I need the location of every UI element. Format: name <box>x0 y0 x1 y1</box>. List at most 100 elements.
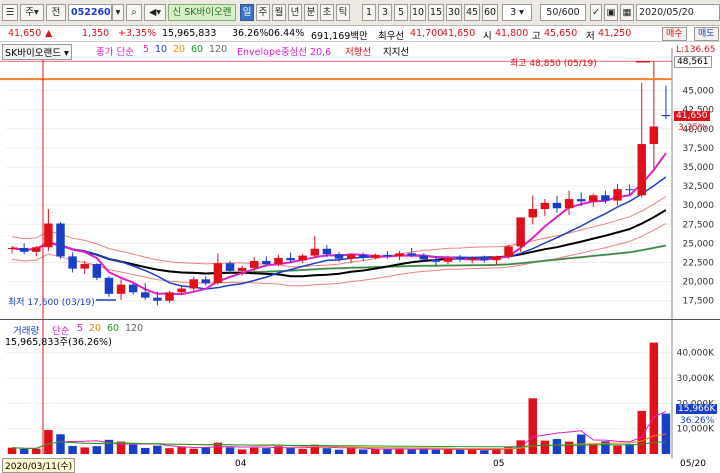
low-annotation: 최저 17,600 (03/19) <box>8 298 95 308</box>
candle-body <box>177 288 186 293</box>
price-pane-divider[interactable] <box>0 319 720 320</box>
sell-button[interactable]: 매도 <box>694 27 719 41</box>
tab-second[interactable]: 초 <box>320 4 334 21</box>
ma-legend-label: 종가 단순 <box>96 47 134 58</box>
price-tick-label: 37,500 <box>683 144 715 154</box>
volume-bar <box>589 444 598 454</box>
volume-bar <box>56 434 65 454</box>
volume-bar <box>177 447 186 454</box>
volume-bar <box>128 444 138 454</box>
ma120-line <box>11 241 667 275</box>
volume-bar <box>44 429 53 454</box>
tab-minute[interactable]: 분 <box>304 4 318 21</box>
check-icon[interactable]: ✓ <box>590 4 602 21</box>
candle-body <box>528 209 537 218</box>
volume-bar <box>286 447 295 454</box>
high-price: 45,650 <box>544 28 578 39</box>
vol-ma5: 5 <box>77 323 84 334</box>
volume-bar <box>153 445 162 454</box>
interval-15[interactable]: 15 <box>428 4 444 21</box>
search-icon[interactable]: ⌕ <box>126 4 142 21</box>
interval-45[interactable]: 45 <box>464 4 480 21</box>
stock-code-input[interactable]: 052260 <box>68 4 112 21</box>
ma60-legend: 60 <box>191 44 204 55</box>
low-price: 41,250 <box>598 28 632 39</box>
volume-bar <box>601 441 610 454</box>
tab-week[interactable]: 주 <box>256 4 270 21</box>
image-icon[interactable]: ▣ <box>604 4 618 21</box>
volume-bar <box>576 434 586 454</box>
candle-body <box>371 254 380 258</box>
market-type-dropdown[interactable]: 전 <box>46 4 66 21</box>
volume-pct-tag: 36.26% <box>680 416 715 426</box>
candle-body <box>322 248 332 255</box>
tab-month[interactable]: 월 <box>272 4 286 21</box>
ma20-line <box>11 209 667 278</box>
price-change: 1,350 <box>82 28 110 39</box>
period-dropdown[interactable]: 주▾ <box>20 4 44 21</box>
stock-legend-name[interactable]: SK바이오랜드 ▾ <box>2 44 72 60</box>
candle-body <box>68 256 77 269</box>
open-label: 시 <box>483 31 492 42</box>
tab-day[interactable]: 일 <box>240 4 254 21</box>
interval-select[interactable]: 3 ▾ <box>502 4 532 21</box>
open-price: 41,800 <box>495 28 529 39</box>
tab-year[interactable]: 년 <box>288 4 302 21</box>
candle-body <box>540 202 550 210</box>
volume-tick-label: 40,000K <box>677 349 715 359</box>
volume-bar <box>443 449 453 454</box>
menu-icon[interactable]: ☰ <box>2 4 18 21</box>
best-bid-label: 최우선 <box>378 31 405 42</box>
volume-bar <box>419 448 429 454</box>
volume-bar <box>358 449 368 454</box>
candle-body <box>165 292 174 301</box>
candle-body <box>431 259 441 262</box>
right-top-label: L:136.65 <box>676 45 716 55</box>
interval-10[interactable]: 10 <box>410 4 426 21</box>
volume-bar <box>310 444 320 454</box>
ma60-line <box>12 242 666 275</box>
vol-ma20: 20 <box>89 323 102 334</box>
stock-chart[interactable]: 17,500 20,000 22,500 25,000 27,500 30,000 32,5… <box>0 0 720 472</box>
stock-name-field[interactable]: 신 SK바이오랜 <box>168 4 236 21</box>
price-tick-label: 45,000 <box>683 87 715 97</box>
candle-body <box>552 202 562 209</box>
date-input[interactable]: 2020/05/20 <box>636 4 720 21</box>
envelope-upper-line <box>12 196 667 268</box>
price-tick-label: 25,000 <box>683 239 715 249</box>
code-dropdown-icon[interactable]: ▾ <box>112 4 124 21</box>
volume-bar <box>68 445 77 454</box>
interval-1[interactable]: 1 <box>362 4 376 21</box>
candle-body <box>213 263 223 284</box>
calendar-icon[interactable]: ▦ <box>620 4 634 21</box>
turnover: 06.44% <box>268 28 305 39</box>
speaker-icon[interactable]: ◀▾ <box>144 4 166 21</box>
interval-60[interactable]: 60 <box>482 4 498 21</box>
tab-tick[interactable]: 틱 <box>336 4 350 21</box>
candle-body <box>201 279 211 284</box>
interval-30[interactable]: 30 <box>446 4 462 21</box>
volume-ratio: 36.26% <box>232 28 269 39</box>
volume-bar <box>625 444 634 454</box>
interval-3[interactable]: 3 <box>378 4 392 21</box>
candle-body <box>189 279 198 289</box>
candle-body <box>589 195 598 202</box>
candle-body <box>298 255 307 261</box>
candle-body <box>225 263 235 271</box>
candle-body <box>334 254 344 259</box>
buy-button[interactable]: 매수 <box>662 27 687 41</box>
price-tick-label: 17,500 <box>683 297 715 307</box>
volume-bar <box>516 440 525 454</box>
volume-value: 15,965,833주(36.26%) <box>5 337 112 348</box>
volume-tick-label: 30,000K <box>677 374 715 384</box>
candle-body <box>661 115 671 117</box>
data-count-input[interactable]: 50/600 <box>540 4 586 21</box>
price-info-bar: 41,650 ▲ 1,350 +3.35% 15,965,833 36.26% … <box>0 26 720 42</box>
envelope-lower-line <box>12 223 667 287</box>
candle-body <box>262 260 271 265</box>
interval-5[interactable]: 5 <box>394 4 408 21</box>
volume-bar <box>528 398 537 454</box>
price-change-pct: +3.35% <box>118 28 157 39</box>
volume-bar <box>564 441 574 454</box>
candle-body <box>7 247 17 249</box>
